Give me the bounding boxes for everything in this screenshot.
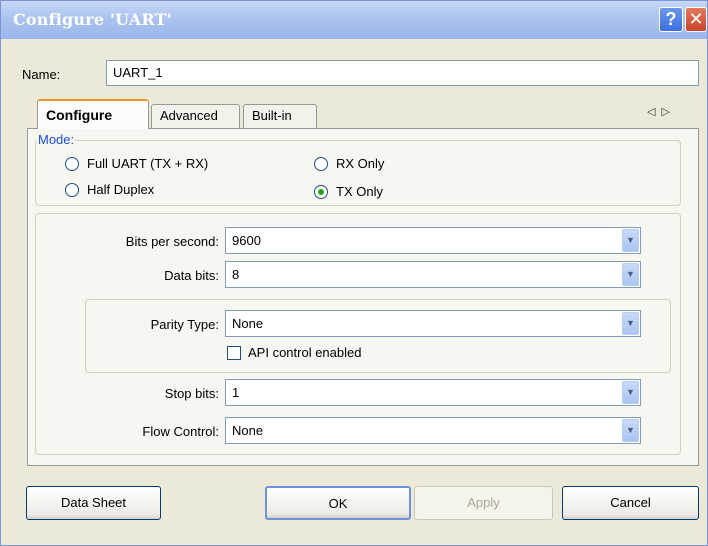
mode-legend: Mode: xyxy=(37,132,76,147)
bits-per-second-label: Bits per second: xyxy=(125,234,219,249)
tab-configure[interactable]: Configure xyxy=(37,99,149,129)
parity-type-value: None xyxy=(232,316,264,331)
data-bits-value: 8 xyxy=(232,267,240,282)
title-bar[interactable]: Configure 'UART' ? ✕ xyxy=(1,1,707,39)
radio-full-uart[interactable]: Full UART (TX + RX) xyxy=(65,156,208,171)
tab-built-in-label: Built-in xyxy=(252,108,292,123)
bits-per-second-select[interactable]: 9600 ▼ xyxy=(225,227,641,254)
data-sheet-button[interactable]: Data Sheet xyxy=(26,486,161,520)
data-bits-select[interactable]: 8 ▼ xyxy=(225,261,641,288)
radio-tx-only-button[interactable] xyxy=(314,184,328,199)
radio-tx-only-label: TX Only xyxy=(336,184,383,199)
radio-rx-only[interactable]: RX Only xyxy=(314,156,384,171)
radio-half-duplex[interactable]: Half Duplex xyxy=(65,182,154,197)
cancel-button[interactable]: Cancel xyxy=(562,486,699,520)
apply-button[interactable]: Apply xyxy=(414,486,553,520)
tab-scroll-arrows-icon[interactable]: ◁▷ xyxy=(647,105,676,118)
flow-control-value: None xyxy=(232,423,264,438)
name-input[interactable]: UART_1 xyxy=(106,60,699,86)
stop-bits-label: Stop bits: xyxy=(164,386,219,401)
parity-type-select[interactable]: None ▼ xyxy=(225,310,641,337)
tab-strip: Configure Advanced Built-in xyxy=(27,99,699,129)
chevron-down-icon[interactable]: ▼ xyxy=(622,419,639,442)
flow-control-select[interactable]: None ▼ xyxy=(225,417,641,444)
flow-control-label: Flow Control: xyxy=(142,424,219,439)
tab-advanced[interactable]: Advanced xyxy=(151,104,240,128)
bits-per-second-value: 9600 xyxy=(232,233,261,248)
radio-half-duplex-label: Half Duplex xyxy=(87,182,155,197)
close-button[interactable]: ✕ xyxy=(685,7,707,32)
tab-built-in[interactable]: Built-in xyxy=(243,104,317,128)
api-control-checkbox[interactable] xyxy=(227,345,241,360)
configure-dialog: Configure 'UART' ? ✕ Name: UART_1 Config… xyxy=(0,0,708,546)
help-button[interactable]: ? xyxy=(659,7,683,32)
radio-tx-only[interactable]: TX Only xyxy=(314,184,383,199)
tab-advanced-label: Advanced xyxy=(160,108,218,123)
stop-bits-select[interactable]: 1 ▼ xyxy=(225,379,641,406)
window-title: Configure 'UART' xyxy=(13,10,172,29)
question-icon: ? xyxy=(665,9,677,29)
api-control-checkbox-row[interactable]: API control enabled xyxy=(227,345,361,360)
data-bits-label: Data bits: xyxy=(164,268,219,283)
radio-rx-only-button[interactable] xyxy=(314,156,328,171)
radio-full-uart-label: Full UART (TX + RX) xyxy=(87,156,209,171)
radio-half-duplex-button[interactable] xyxy=(65,182,79,197)
api-control-label: API control enabled xyxy=(248,345,362,360)
chevron-down-icon[interactable]: ▼ xyxy=(622,312,639,335)
chevron-down-icon[interactable]: ▼ xyxy=(622,381,639,404)
parity-type-label: Parity Type: xyxy=(150,317,219,332)
chevron-down-icon[interactable]: ▼ xyxy=(622,263,639,286)
radio-rx-only-label: RX Only xyxy=(336,156,385,171)
stop-bits-value: 1 xyxy=(232,385,240,400)
chevron-down-icon[interactable]: ▼ xyxy=(622,229,639,252)
radio-full-uart-button[interactable] xyxy=(65,156,79,171)
ok-button[interactable]: OK xyxy=(265,486,411,520)
name-label: Name: xyxy=(22,67,61,82)
tab-configure-label: Configure xyxy=(46,107,113,123)
close-icon: ✕ xyxy=(688,9,704,29)
